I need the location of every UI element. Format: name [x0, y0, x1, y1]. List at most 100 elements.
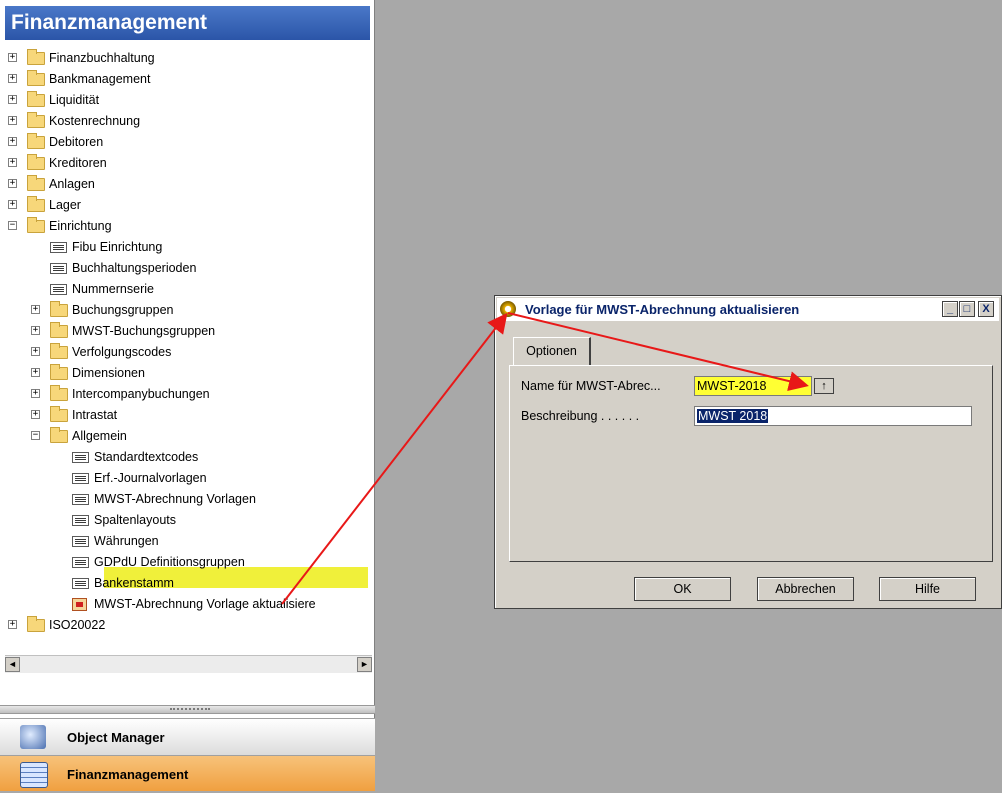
tree-node[interactable]: Standardtextcodes: [5, 447, 365, 468]
tree-node-label: Buchhaltungsperioden: [72, 261, 197, 275]
expand-icon[interactable]: +: [8, 53, 17, 62]
expand-icon[interactable]: +: [8, 116, 17, 125]
help-button[interactable]: Hilfe: [879, 577, 976, 601]
tree-node[interactable]: Erf.-Journalvorlagen: [5, 468, 365, 489]
folder-icon: [50, 343, 68, 359]
expand-icon[interactable]: +: [8, 137, 17, 146]
folder-icon: [50, 322, 68, 338]
dialog-title: Vorlage für MWST-Abrechnung aktualisiere…: [525, 302, 800, 317]
tree-node[interactable]: + Dimensionen: [5, 363, 365, 384]
tree-node-label: Debitoren: [49, 135, 104, 149]
tree-node[interactable]: GDPdU Definitionsgruppen: [5, 552, 365, 573]
expand-icon[interactable]: +: [31, 347, 40, 356]
folder-icon: [27, 70, 45, 86]
folder-icon: [50, 301, 68, 317]
tree-node[interactable]: + Bankmanagement: [5, 69, 365, 90]
tree-node-label: Einrichtung: [49, 219, 112, 233]
tree-node[interactable]: + Finanzbuchhaltung: [5, 48, 365, 69]
folder-icon: [50, 385, 68, 401]
report-icon: [72, 598, 87, 611]
tree-node[interactable]: Spaltenlayouts: [5, 510, 365, 531]
pane-splitter[interactable]: [0, 705, 375, 714]
form-icon: [72, 578, 89, 589]
folder-icon: [50, 364, 68, 380]
tree-node[interactable]: Bankenstamm: [5, 573, 365, 594]
expand-icon[interactable]: +: [8, 95, 17, 104]
tab-optionen[interactable]: Optionen: [513, 337, 591, 365]
scroll-left-button[interactable]: ◄: [5, 657, 20, 672]
form-icon: [72, 494, 89, 505]
tree-node[interactable]: MWST-Abrechnung Vorlage aktualisiere: [5, 594, 365, 615]
folder-icon: [27, 49, 45, 65]
nav-button-finanzmanagement[interactable]: Finanzmanagement: [0, 755, 375, 791]
form-icon: [72, 515, 89, 526]
folder-icon: [27, 175, 45, 191]
maximize-button[interactable]: □: [959, 301, 975, 317]
tree-node-label: Währungen: [94, 534, 159, 548]
tree-node[interactable]: + Anlagen: [5, 174, 365, 195]
minimize-button[interactable]: _: [942, 301, 958, 317]
expand-icon[interactable]: +: [31, 305, 40, 314]
close-button[interactable]: X: [978, 301, 994, 317]
cancel-button[interactable]: Abbrechen: [757, 577, 854, 601]
tree-node[interactable]: Nummernserie: [5, 279, 365, 300]
lookup-arrow-button[interactable]: ↑: [814, 378, 834, 394]
expand-icon[interactable]: +: [8, 620, 17, 629]
template-name-field[interactable]: MWST-2018: [694, 376, 812, 396]
tree-node[interactable]: + MWST-Buchungsgruppen: [5, 321, 365, 342]
tree-node[interactable]: + Buchungsgruppen: [5, 300, 365, 321]
tree-node-label: Lager: [49, 198, 81, 212]
dialog-titlebar[interactable]: Vorlage für MWST-Abrechnung aktualisiere…: [497, 298, 999, 321]
tree-node[interactable]: Fibu Einrichtung: [5, 237, 365, 258]
navigation-pane: Finanzmanagement + Finanzbuchhaltung + Bank…: [0, 0, 375, 791]
tree-node[interactable]: + Debitoren: [5, 132, 365, 153]
tree-node-label: Bankenstamm: [94, 576, 174, 590]
tree-node[interactable]: Buchhaltungsperioden: [5, 258, 365, 279]
splitter-grip[interactable]: [170, 708, 210, 713]
tree-node[interactable]: + Liquidität: [5, 90, 365, 111]
template-name-value: MWST-2018: [697, 379, 767, 393]
expand-icon[interactable]: +: [31, 410, 40, 419]
tree-node[interactable]: + ISO20022: [5, 615, 365, 636]
tree-node-label: Kreditoren: [49, 156, 107, 170]
tree-node[interactable]: + Intercompanybuchungen: [5, 384, 365, 405]
description-label: Beschreibung . . . . . .: [521, 409, 640, 423]
object-manager-icon: [20, 725, 46, 749]
tree-node[interactable]: − Allgemein: [5, 426, 365, 447]
expand-icon[interactable]: +: [8, 179, 17, 188]
expand-icon[interactable]: +: [31, 326, 40, 335]
collapse-icon[interactable]: −: [8, 221, 17, 230]
tree-node[interactable]: + Intrastat: [5, 405, 365, 426]
scroll-right-button[interactable]: ►: [357, 657, 372, 672]
tree-node-label: Dimensionen: [72, 366, 145, 380]
form-icon: [50, 284, 67, 295]
horizontal-scrollbar[interactable]: ◄ ►: [5, 655, 372, 673]
expand-icon[interactable]: +: [8, 74, 17, 83]
nav-button-object-manager[interactable]: Object Manager: [0, 718, 375, 755]
tree-node[interactable]: + Lager: [5, 195, 365, 216]
collapse-icon[interactable]: −: [31, 431, 40, 440]
tree-node-label: Nummernserie: [72, 282, 154, 296]
form-icon: [50, 263, 67, 274]
expand-icon[interactable]: +: [8, 158, 17, 167]
tree-node[interactable]: + Kostenrechnung: [5, 111, 365, 132]
expand-icon[interactable]: +: [31, 389, 40, 398]
tree-node[interactable]: Währungen: [5, 531, 365, 552]
form-icon: [50, 242, 67, 253]
ok-button[interactable]: OK: [634, 577, 731, 601]
tree-node[interactable]: − Einrichtung: [5, 216, 365, 237]
expand-icon[interactable]: +: [31, 368, 40, 377]
form-icon: [72, 473, 89, 484]
folder-icon: [27, 112, 45, 128]
description-field[interactable]: MWST 2018: [694, 406, 972, 426]
folder-icon: [27, 133, 45, 149]
tree-node[interactable]: + Kreditoren: [5, 153, 365, 174]
tree-node-label: MWST-Abrechnung Vorlagen: [94, 492, 256, 506]
tree-node[interactable]: + Verfolgungscodes: [5, 342, 365, 363]
update-vat-template-dialog: Vorlage für MWST-Abrechnung aktualisiere…: [494, 295, 1002, 609]
template-name-label: Name für MWST-Abrec...: [521, 379, 661, 393]
tree-node[interactable]: MWST-Abrechnung Vorlagen: [5, 489, 365, 510]
menu-tree: + Finanzbuchhaltung + Bankmanagement + Liquid…: [5, 40, 372, 655]
expand-icon[interactable]: +: [8, 200, 17, 209]
tree-node-label: MWST-Buchungsgruppen: [72, 324, 216, 338]
